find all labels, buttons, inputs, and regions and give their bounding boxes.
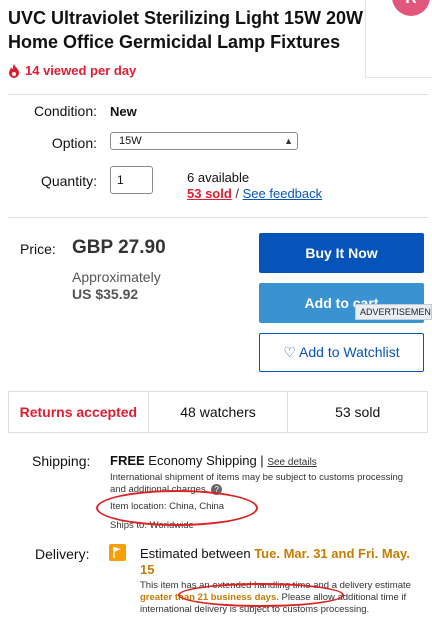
usd-price: US $35.92 bbox=[72, 286, 139, 302]
heart-icon: ♡ bbox=[283, 344, 296, 360]
advertisement-label: ADVERTISEMENT bbox=[355, 304, 432, 320]
product-title: UVC Ultraviolet Sterilizing Light 15W 20… bbox=[8, 6, 368, 54]
see-details-link[interactable]: See details bbox=[267, 457, 316, 468]
delivery-note-part1: This item has an extended handling time … bbox=[140, 580, 411, 591]
sold-link[interactable]: 53 sold bbox=[187, 186, 232, 201]
separator: / bbox=[231, 186, 243, 201]
watchers-count: 48 watchers bbox=[149, 392, 289, 432]
item-stats-bar: Returns accepted 48 watchers 53 sold bbox=[8, 391, 428, 433]
divider bbox=[8, 94, 428, 95]
approx-label: Approximately bbox=[72, 269, 161, 285]
product-title-line2: Home Office Germicidal Lamp Fixtures bbox=[8, 32, 341, 52]
item-location: Item location: China, China bbox=[110, 501, 225, 512]
quantity-input[interactable]: 1 bbox=[110, 166, 153, 194]
date-from: Tue. Mar. 31 bbox=[254, 546, 328, 561]
delivery-note-highlight: greater than 21 business days. bbox=[140, 592, 279, 603]
see-feedback-link[interactable]: See feedback bbox=[243, 186, 323, 201]
buy-it-now-button[interactable]: Buy It Now bbox=[259, 233, 424, 273]
product-title-line1: UVC Ultraviolet Sterilizing Light 15W 20… bbox=[8, 8, 364, 28]
views-text: 14 viewed per day bbox=[25, 63, 137, 78]
estimated-text: Estimated between bbox=[140, 546, 251, 561]
sold-count: 53 sold bbox=[335, 404, 381, 420]
returns-accepted[interactable]: Returns accepted bbox=[9, 392, 149, 432]
condition-label: Condition: bbox=[33, 103, 97, 119]
shipping-free: FREE bbox=[110, 453, 145, 468]
price-label: Price: bbox=[20, 241, 56, 257]
option-select[interactable]: 15W ▲︎ bbox=[110, 132, 298, 150]
delivery-note: This item has an extended handling time … bbox=[140, 580, 420, 616]
flag-icon bbox=[109, 544, 126, 561]
add-to-watchlist-button[interactable]: ♡ Add to Watchlist bbox=[259, 333, 424, 372]
watchlist-label: Add to Watchlist bbox=[299, 344, 400, 360]
account-panel: R bbox=[365, 0, 432, 78]
fire-icon bbox=[9, 63, 19, 78]
option-selected-value: 15W bbox=[119, 135, 142, 147]
shipping-summary: FREE Economy Shipping | See details bbox=[110, 453, 317, 468]
shipping-method: Economy Shipping | bbox=[148, 453, 264, 468]
date-and: and bbox=[331, 546, 355, 561]
condition-value: New bbox=[110, 104, 137, 119]
ships-to: Ships to: Worldwide bbox=[110, 520, 194, 531]
shipping-note: International shipment of items may be s… bbox=[110, 472, 410, 496]
delivery-label: Delivery: bbox=[35, 546, 90, 562]
help-icon[interactable]: ? bbox=[211, 484, 223, 495]
option-label: Option: bbox=[51, 135, 97, 151]
divider bbox=[8, 217, 428, 218]
select-arrows-icon: ▲︎ bbox=[284, 136, 293, 146]
sold-feedback-line: 53 sold / See feedback bbox=[187, 186, 322, 201]
quantity-label: Quantity: bbox=[40, 173, 97, 189]
shipping-label: Shipping: bbox=[32, 453, 91, 469]
avatar[interactable]: R bbox=[392, 0, 430, 16]
delivery-estimate: Estimated between Tue. Mar. 31 and Fri. … bbox=[140, 546, 425, 578]
price-value: GBP 27.90 bbox=[72, 237, 166, 258]
views-indicator: 14 viewed per day bbox=[8, 63, 136, 78]
shipping-note-text: International shipment of items may be s… bbox=[110, 472, 404, 495]
available-count: 6 available bbox=[187, 170, 250, 185]
